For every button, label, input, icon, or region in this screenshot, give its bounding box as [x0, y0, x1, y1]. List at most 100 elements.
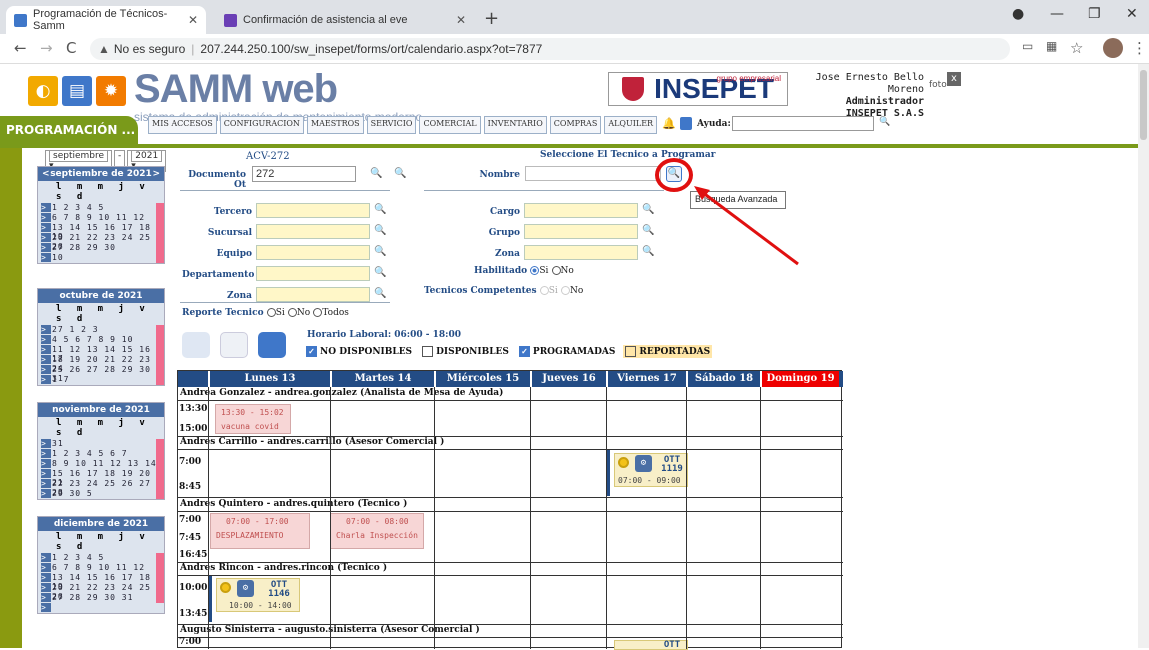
menu-compras[interactable]: COMPRAS	[549, 116, 602, 134]
nombre-input[interactable]	[525, 166, 661, 181]
tercero-input[interactable]	[256, 203, 370, 218]
week-row[interactable]: >25 26 27 28 29 30 31	[38, 365, 164, 383]
menu-maestros[interactable]: MAESTROS	[306, 116, 364, 134]
departamento-input[interactable]	[256, 266, 370, 281]
profile-avatar[interactable]	[1103, 38, 1123, 58]
close-session-icon[interactable]: x	[947, 72, 961, 86]
competentes-no-radio[interactable]	[560, 286, 570, 295]
reporte-todos-radio[interactable]	[313, 308, 323, 317]
week-row[interactable]: >1 7	[38, 375, 164, 385]
scrollbar-thumb[interactable]	[1140, 70, 1147, 140]
week-row[interactable]: >27 1 2 3	[38, 325, 164, 335]
week-row[interactable]: >6 7 8 9 10 11 12	[38, 213, 164, 223]
equipo-input[interactable]	[256, 245, 370, 260]
menu-configuracion[interactable]: CONFIGURACION	[219, 116, 304, 134]
tab-programacion[interactable]: Programación de Técnicos-Samm ✕	[6, 6, 206, 34]
kebab-menu-icon[interactable]: ⋮	[1132, 39, 1147, 57]
tab-confirmacion[interactable]: Confirmación de asistencia al eve ✕	[216, 6, 474, 34]
checkbox-checked[interactable]: ✓	[306, 346, 317, 357]
week-row[interactable]: > 10	[38, 253, 164, 263]
habilitado-si-radio[interactable]	[530, 266, 540, 275]
week-row[interactable]: >15 16 17 18 19 20 21	[38, 469, 164, 487]
page-scrollbar[interactable]	[1138, 64, 1149, 648]
checkbox-unchecked[interactable]	[625, 346, 637, 357]
week-row[interactable]: >	[38, 603, 164, 613]
cast-icon[interactable]: ▭	[1022, 39, 1033, 53]
zoom-icon[interactable]: 🔍	[394, 168, 406, 179]
reporte-no-radio[interactable]	[287, 308, 297, 317]
ott-1146[interactable]: ⚙ OTT 1146 10:00 - 14:00	[216, 578, 300, 612]
legend-reportadas[interactable]: REPORTADAS	[623, 345, 713, 358]
search-icon[interactable]: 🔍	[642, 225, 654, 236]
week-row[interactable]: >8 9 10 11 12 13 14	[38, 459, 164, 469]
legend-no-disponibles[interactable]: ✓ NO DISPONIBLES	[304, 345, 415, 358]
week-row[interactable]: >6 7 8 9 10 11 12	[38, 563, 164, 573]
zona-input[interactable]	[256, 287, 370, 302]
ayuda-input[interactable]	[732, 116, 874, 131]
week-row[interactable]: >4 5 6 7 8 9 10	[38, 335, 164, 345]
legend-disponibles[interactable]: DISPONIBLES	[420, 345, 511, 358]
week-row[interactable]: >20 21 22 23 24 25 26	[38, 583, 164, 601]
week-row[interactable]: >13 14 15 16 17 18 19	[38, 573, 164, 591]
calendar-icon[interactable]	[680, 117, 692, 130]
address-bar[interactable]: ▲ No es seguro | 207.244.250.100/sw_inse…	[90, 38, 1010, 60]
back-icon[interactable]: ←	[14, 39, 27, 57]
menu-comercial[interactable]: COMERCIAL	[419, 116, 481, 134]
menu-alquiler[interactable]: ALQUILER	[604, 116, 658, 134]
reporte-si-radio[interactable]	[266, 308, 276, 317]
ayuda-search-icon[interactable]: 🔍	[879, 117, 890, 127]
extension-icon[interactable]: ▦	[1046, 39, 1057, 53]
week-row[interactable]: > 31	[38, 439, 164, 449]
reassign-icon[interactable]	[182, 332, 210, 358]
new-tab-icon[interactable]: +	[484, 8, 499, 29]
cargo-input[interactable]	[524, 203, 638, 218]
close-tab-icon[interactable]: ✕	[188, 13, 198, 27]
search-icon[interactable]: 🔍	[374, 267, 386, 278]
menu-servicio[interactable]: SERVICIO	[366, 116, 417, 134]
ott-1119[interactable]: ⚙ OTT 1119 07:00 - 09:00	[614, 453, 688, 487]
documento-ot-input[interactable]	[252, 166, 356, 182]
search-icon[interactable]: 🔍	[642, 204, 654, 215]
legend-programadas[interactable]: ✓ PROGRAMADAS	[516, 345, 618, 358]
maximize-icon[interactable]: ❐	[1088, 6, 1101, 22]
week-row[interactable]: >20 21 22 23 24 25 26	[38, 233, 164, 251]
habilitado-no-radio[interactable]	[551, 266, 561, 275]
search-icon[interactable]: 🔍	[642, 246, 654, 257]
checkbox-checked[interactable]: ✓	[518, 346, 530, 357]
week-row[interactable]: >27 28 29 30 31	[38, 593, 164, 603]
notification-bell-icon[interactable]: 🔔	[662, 117, 676, 130]
close-tab-icon[interactable]: ✕	[456, 13, 466, 27]
ott-partial[interactable]: OTT	[614, 640, 688, 650]
week-row[interactable]: >27 28 29 30	[38, 243, 164, 253]
search-icon[interactable]: 🔍	[374, 225, 386, 236]
grupo-input[interactable]	[524, 224, 638, 239]
print-icon[interactable]	[258, 332, 286, 358]
prev-month-icon[interactable]: <	[38, 169, 50, 179]
search-icon[interactable]: 🔍	[374, 246, 386, 257]
bookmark-star-icon[interactable]: ☆	[1070, 39, 1083, 57]
week-row[interactable]: >11 12 13 14 15 16 17	[38, 345, 164, 363]
week-row[interactable]: > 1 2 3 4 5	[38, 203, 164, 213]
zona-right-input[interactable]	[524, 245, 638, 260]
event-charla-inspeccion[interactable]: 07:00 - 08:00 Charla Inspección	[330, 513, 424, 549]
close-window-icon[interactable]: ✕	[1126, 6, 1138, 22]
profile-dot-icon[interactable]: ●	[1012, 6, 1024, 22]
week-row[interactable]: > 1 2 3 4 5	[38, 553, 164, 563]
search-icon[interactable]: 🔍	[374, 288, 386, 299]
reload-icon[interactable]: C	[66, 39, 76, 57]
week-row[interactable]: >13 14 15 16 17 18 19	[38, 223, 164, 241]
search-icon[interactable]: 🔍	[374, 204, 386, 215]
event-desplazamiento[interactable]: 07:00 - 17:00 DESPLAZAMIENTO	[210, 513, 310, 549]
forward-icon[interactable]: →	[40, 39, 53, 57]
minimize-icon[interactable]: —	[1050, 6, 1064, 22]
week-row[interactable]: >29 30 5	[38, 489, 164, 499]
week-row[interactable]: >18 19 20 21 22 23 24	[38, 355, 164, 373]
week-row[interactable]: >22 23 24 25 26 27 28	[38, 479, 164, 497]
section-tab[interactable]: PROGRAMACIÓN ...	[0, 116, 138, 144]
search-icon[interactable]: 🔍	[370, 168, 382, 179]
next-month-icon[interactable]: >	[152, 169, 164, 179]
checkbox-unchecked[interactable]	[422, 346, 434, 357]
event-vacuna-covid[interactable]: 13:30 - 15:02 vacuna covid	[215, 404, 291, 434]
week-row[interactable]: >1 2 3 4 5 6 7	[38, 449, 164, 459]
calculator-icon[interactable]	[220, 332, 248, 358]
